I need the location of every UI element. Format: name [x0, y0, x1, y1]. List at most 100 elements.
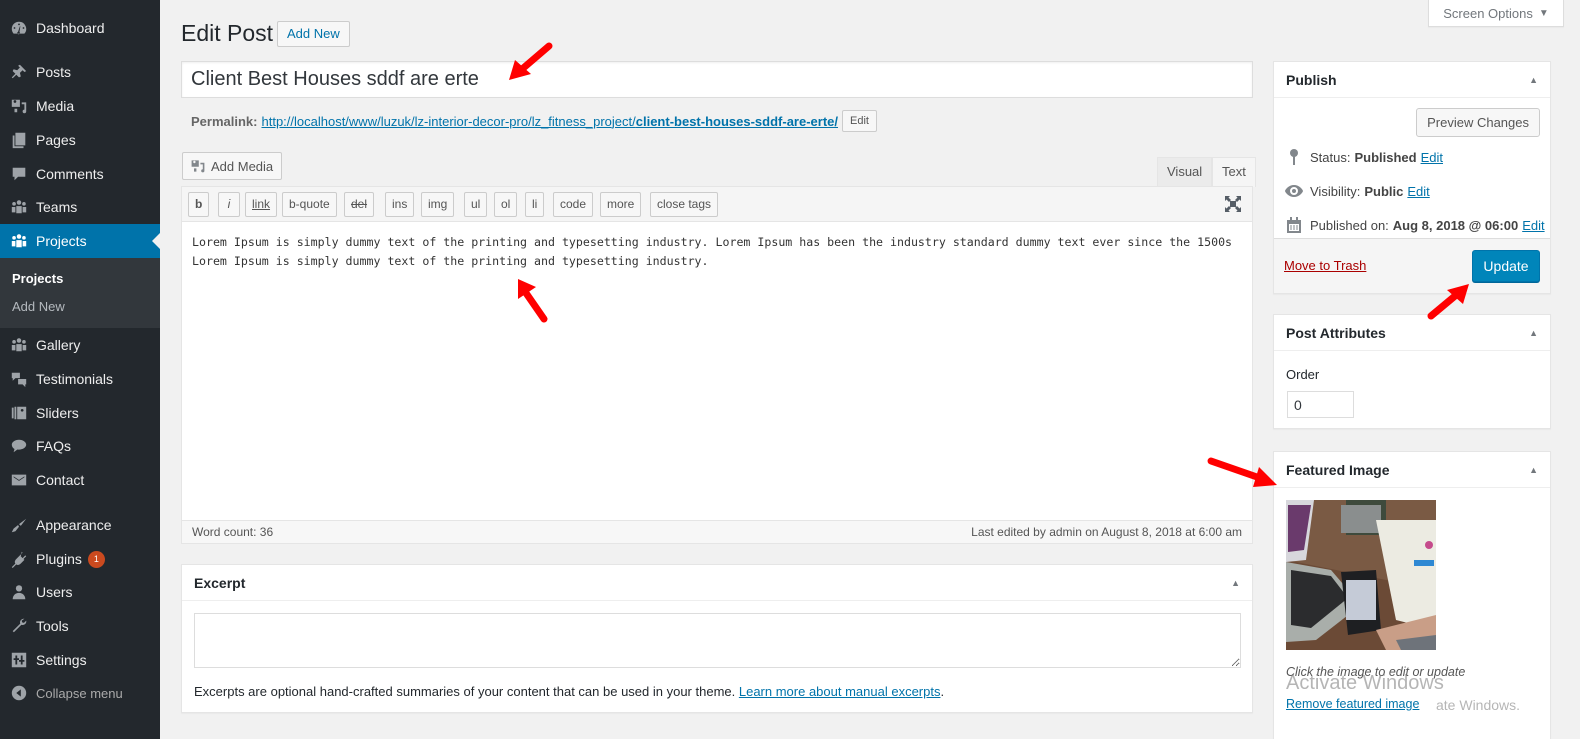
sidebar-item-label: Pages: [36, 132, 76, 148]
update-button[interactable]: Update: [1472, 250, 1540, 282]
permalink-edit-button[interactable]: Edit: [842, 110, 877, 132]
sidebar-item-label: Appearance: [36, 517, 112, 533]
published-date: Aug 8, 2018 @ 06:00: [1392, 217, 1519, 233]
qt-blockquote-button[interactable]: b-quote: [282, 192, 337, 217]
featured-image-header[interactable]: Featured Image ▲: [1274, 452, 1550, 488]
format-chat-icon: [9, 436, 29, 456]
media-icon: [191, 160, 205, 173]
publish-header[interactable]: Publish ▲: [1274, 62, 1550, 98]
qt-ul-button[interactable]: ul: [464, 192, 488, 217]
post-attributes-header[interactable]: Post Attributes ▲: [1274, 315, 1550, 351]
screen-options-button[interactable]: Screen Options ▼: [1428, 0, 1564, 27]
plugins-update-badge: 1: [87, 550, 105, 568]
eye-icon: [1284, 182, 1304, 200]
admin-sidebar: Dashboard Posts Media Pages Comments Tea…: [0, 0, 160, 739]
sidebar-item-comments[interactable]: Comments: [0, 157, 160, 191]
remove-featured-image-link[interactable]: Remove featured image: [1286, 697, 1419, 711]
location-pin-icon: [1284, 148, 1304, 166]
sidebar-item-users[interactable]: Users: [0, 575, 160, 609]
collapse-toggle-icon[interactable]: ▲: [1529, 328, 1538, 338]
edit-date-link[interactable]: Edit: [1522, 218, 1544, 233]
add-new-button[interactable]: Add New: [277, 21, 350, 47]
sidebar-item-contact[interactable]: Contact: [0, 463, 160, 497]
sidebar-item-label: Dashboard: [36, 20, 105, 36]
qt-ins-button[interactable]: ins: [385, 192, 415, 217]
sidebar-item-tools[interactable]: Tools: [0, 609, 160, 643]
pages-icon: [9, 130, 29, 150]
fullscreen-icon[interactable]: [1224, 195, 1242, 213]
post-content-textarea[interactable]: Lorem Ipsum is simply dummy text of the …: [182, 223, 1252, 521]
featured-image-thumbnail[interactable]: [1286, 500, 1436, 650]
permalink-row: Permalink: http://localhost/www/luzuk/lz…: [191, 110, 877, 132]
slides-icon: [9, 403, 29, 423]
collapse-toggle-icon[interactable]: ▲: [1231, 578, 1240, 588]
submenu-item-add-new[interactable]: Add New: [12, 299, 65, 314]
move-to-trash-link[interactable]: Move to Trash: [1284, 258, 1366, 273]
publish-box: Publish ▲ Preview Changes Status: Publish…: [1273, 61, 1551, 294]
email-icon: [9, 470, 29, 490]
sidebar-item-label: Teams: [36, 199, 78, 215]
order-label: Order: [1286, 367, 1320, 382]
featured-image-caption: Click the image to edit or update: [1286, 665, 1466, 679]
sidebar-item-appearance[interactable]: Appearance: [0, 508, 160, 542]
sidebar-item-label: Settings: [36, 652, 87, 668]
sidebar-item-label: FAQs: [36, 438, 72, 454]
comment-icon: [9, 164, 29, 184]
sidebar-item-testimonials[interactable]: Testimonials: [0, 362, 160, 396]
qt-img-button[interactable]: img: [421, 192, 455, 217]
qt-italic-button[interactable]: i: [218, 192, 240, 217]
sidebar-item-pages[interactable]: Pages: [0, 123, 160, 157]
collapse-toggle-icon[interactable]: ▲: [1529, 75, 1538, 85]
sidebar-item-faqs[interactable]: FAQs: [0, 429, 160, 463]
qt-li-button[interactable]: li: [525, 192, 545, 217]
tab-text[interactable]: Text: [1212, 157, 1256, 187]
sidebar-item-gallery[interactable]: Gallery: [0, 328, 160, 362]
submenu-item-projects[interactable]: Projects: [12, 271, 63, 286]
qt-ol-button[interactable]: ol: [494, 192, 518, 217]
order-input[interactable]: [1287, 391, 1354, 418]
groups-icon: [9, 231, 29, 251]
sidebar-item-teams[interactable]: Teams: [0, 190, 160, 224]
permalink-link[interactable]: http://localhost/www/luzuk/lz-interior-d…: [261, 114, 838, 129]
visibility-value: Public: [1364, 183, 1404, 199]
edit-status-link[interactable]: Edit: [1421, 150, 1443, 165]
sidebar-item-posts[interactable]: Posts: [0, 55, 160, 89]
qt-close-tags-button[interactable]: close tags: [650, 192, 719, 217]
published-on-row: Published on: Aug 8, 2018 @ 06:00 Edit: [1284, 216, 1545, 234]
sidebar-item-sliders[interactable]: Sliders: [0, 396, 160, 430]
sidebar-item-label: Gallery: [36, 337, 81, 353]
preview-changes-button[interactable]: Preview Changes: [1416, 108, 1540, 137]
sidebar-item-dashboard[interactable]: Dashboard: [0, 11, 160, 45]
sidebar-item-label: Users: [36, 584, 73, 600]
tab-visual[interactable]: Visual: [1157, 157, 1213, 186]
qt-more-button[interactable]: more: [600, 192, 642, 217]
sidebar-item-label: Sliders: [36, 405, 79, 421]
post-attributes-box: Post Attributes ▲ Order: [1273, 314, 1551, 429]
learn-more-excerpts-link[interactable]: Learn more about manual excerpts: [739, 684, 941, 699]
excerpt-header[interactable]: Excerpt ▲: [182, 565, 1252, 601]
sidebar-item-projects[interactable]: Projects: [0, 224, 160, 258]
word-count: Word count: 36: [192, 525, 274, 539]
plugin-icon: [9, 549, 29, 569]
qt-bold-button[interactable]: b: [188, 192, 210, 217]
projects-submenu: Projects Add New: [0, 258, 160, 328]
qt-code-button[interactable]: code: [553, 192, 594, 217]
sidebar-item-label: Media: [36, 98, 75, 114]
excerpt-help-text: Excerpts are optional hand-crafted summa…: [194, 684, 945, 699]
sidebar-item-plugins[interactable]: Plugins 1: [0, 542, 160, 576]
add-media-button[interactable]: Add Media: [182, 152, 282, 180]
qt-del-button[interactable]: del: [344, 192, 375, 217]
collapse-menu-button[interactable]: Collapse menu: [0, 676, 160, 710]
settings-icon: [9, 650, 29, 670]
post-title-input[interactable]: [181, 61, 1253, 98]
collapse-toggle-icon[interactable]: ▲: [1529, 465, 1538, 475]
dashboard-icon: [9, 18, 29, 38]
sidebar-item-settings[interactable]: Settings: [0, 643, 160, 677]
qt-link-button[interactable]: link: [245, 192, 278, 217]
edit-visibility-link[interactable]: Edit: [1407, 184, 1429, 199]
excerpt-textarea[interactable]: [194, 613, 1241, 668]
sidebar-item-label: Contact: [36, 472, 85, 488]
quicktags-toolbar: b i link b-quote del ins img ul ol li co…: [182, 187, 1252, 222]
status-row: Status: Published Edit: [1284, 148, 1443, 166]
sidebar-item-media[interactable]: Media: [0, 89, 160, 123]
